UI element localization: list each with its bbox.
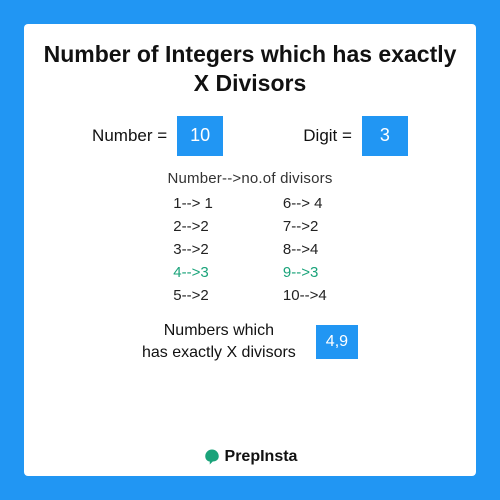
card: Number of Integers which has exactly X D…: [24, 24, 476, 476]
table-row: 6--> 4: [283, 195, 327, 212]
result-label: Numbers which has exactly X divisors: [142, 320, 296, 365]
inputs-row: Number = 10 Digit = 3: [42, 116, 458, 156]
table-header: Number-->no.of divisors: [42, 170, 458, 187]
result-block: Numbers which has exactly X divisors 4,9: [42, 320, 458, 365]
table-row: 8-->4: [283, 241, 327, 258]
page-title: Number of Integers which has exactly X D…: [42, 40, 458, 98]
table-row: 10-->4: [283, 287, 327, 304]
table-row-highlight: 9-->3: [283, 264, 327, 281]
table-row-highlight: 4-->3: [173, 264, 213, 281]
digit-label: Digit =: [303, 126, 352, 146]
table-col-right: 6--> 4 7-->2 8-->4 9-->3 10-->4: [283, 195, 327, 304]
number-value-box: 10: [177, 116, 223, 156]
result-label-line2: has exactly X divisors: [142, 342, 296, 364]
table-row: 3-->2: [173, 241, 213, 258]
table-row: 2-->2: [173, 218, 213, 235]
number-input-group: Number = 10: [92, 116, 223, 156]
brand: PrepInsta: [42, 448, 458, 466]
table-row: 1--> 1: [173, 195, 213, 212]
digit-input-group: Digit = 3: [303, 116, 408, 156]
result-label-line1: Numbers which: [142, 320, 296, 342]
brand-icon: [203, 448, 221, 466]
table-row: 5-->2: [173, 287, 213, 304]
divisor-table: 1--> 1 2-->2 3-->2 4-->3 5-->2 6--> 4 7-…: [42, 195, 458, 304]
result-value-box: 4,9: [316, 325, 358, 359]
number-label: Number =: [92, 126, 167, 146]
table-row: 7-->2: [283, 218, 327, 235]
brand-text: PrepInsta: [225, 448, 298, 466]
digit-value-box: 3: [362, 116, 408, 156]
table-col-left: 1--> 1 2-->2 3-->2 4-->3 5-->2: [173, 195, 213, 304]
